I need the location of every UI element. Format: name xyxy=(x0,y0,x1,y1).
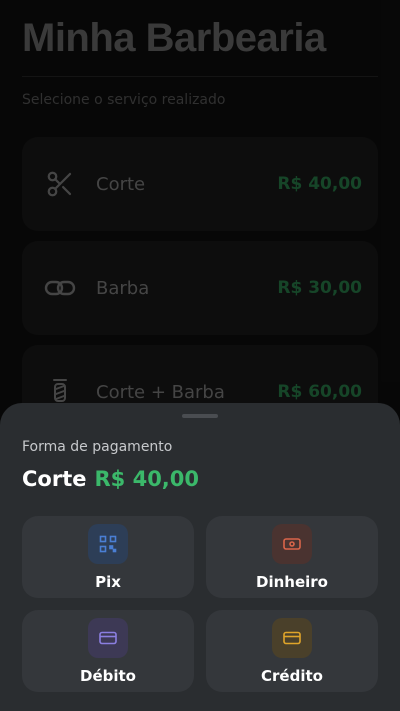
cash-icon xyxy=(272,524,312,564)
card-icon xyxy=(272,618,312,658)
selected-service: Corte xyxy=(22,467,87,491)
payment-pix-button[interactable]: Pix xyxy=(22,516,194,598)
payment-label: Crédito xyxy=(261,667,323,685)
payment-debito-button[interactable]: Débito xyxy=(22,610,194,692)
qrcode-icon xyxy=(88,524,128,564)
sheet-header: Corte R$ 40,00 xyxy=(22,467,199,491)
payment-bottom-sheet: Forma de pagamento Corte R$ 40,00 Pix Di… xyxy=(0,403,400,711)
payment-credito-button[interactable]: Crédito xyxy=(206,610,378,692)
sheet-label: Forma de pagamento xyxy=(22,439,173,455)
payment-label: Pix xyxy=(95,573,121,591)
card-icon xyxy=(88,618,128,658)
sheet-drag-handle[interactable] xyxy=(182,414,218,418)
selected-price: R$ 40,00 xyxy=(94,467,200,491)
payment-label: Débito xyxy=(80,667,136,685)
payment-dinheiro-button[interactable]: Dinheiro xyxy=(206,516,378,598)
payment-label: Dinheiro xyxy=(256,573,328,591)
